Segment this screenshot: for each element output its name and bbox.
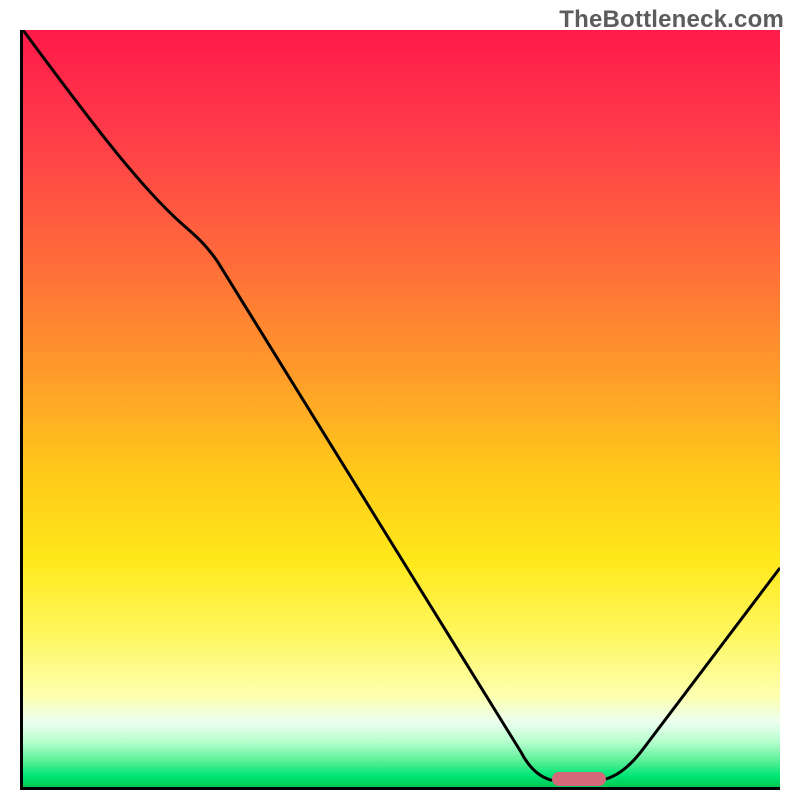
chart-container: TheBottleneck.com bbox=[0, 0, 800, 800]
gradient-background bbox=[23, 30, 780, 787]
watermark-text: TheBottleneck.com bbox=[559, 6, 784, 34]
plot-area bbox=[20, 30, 780, 790]
optimal-marker bbox=[552, 772, 606, 786]
